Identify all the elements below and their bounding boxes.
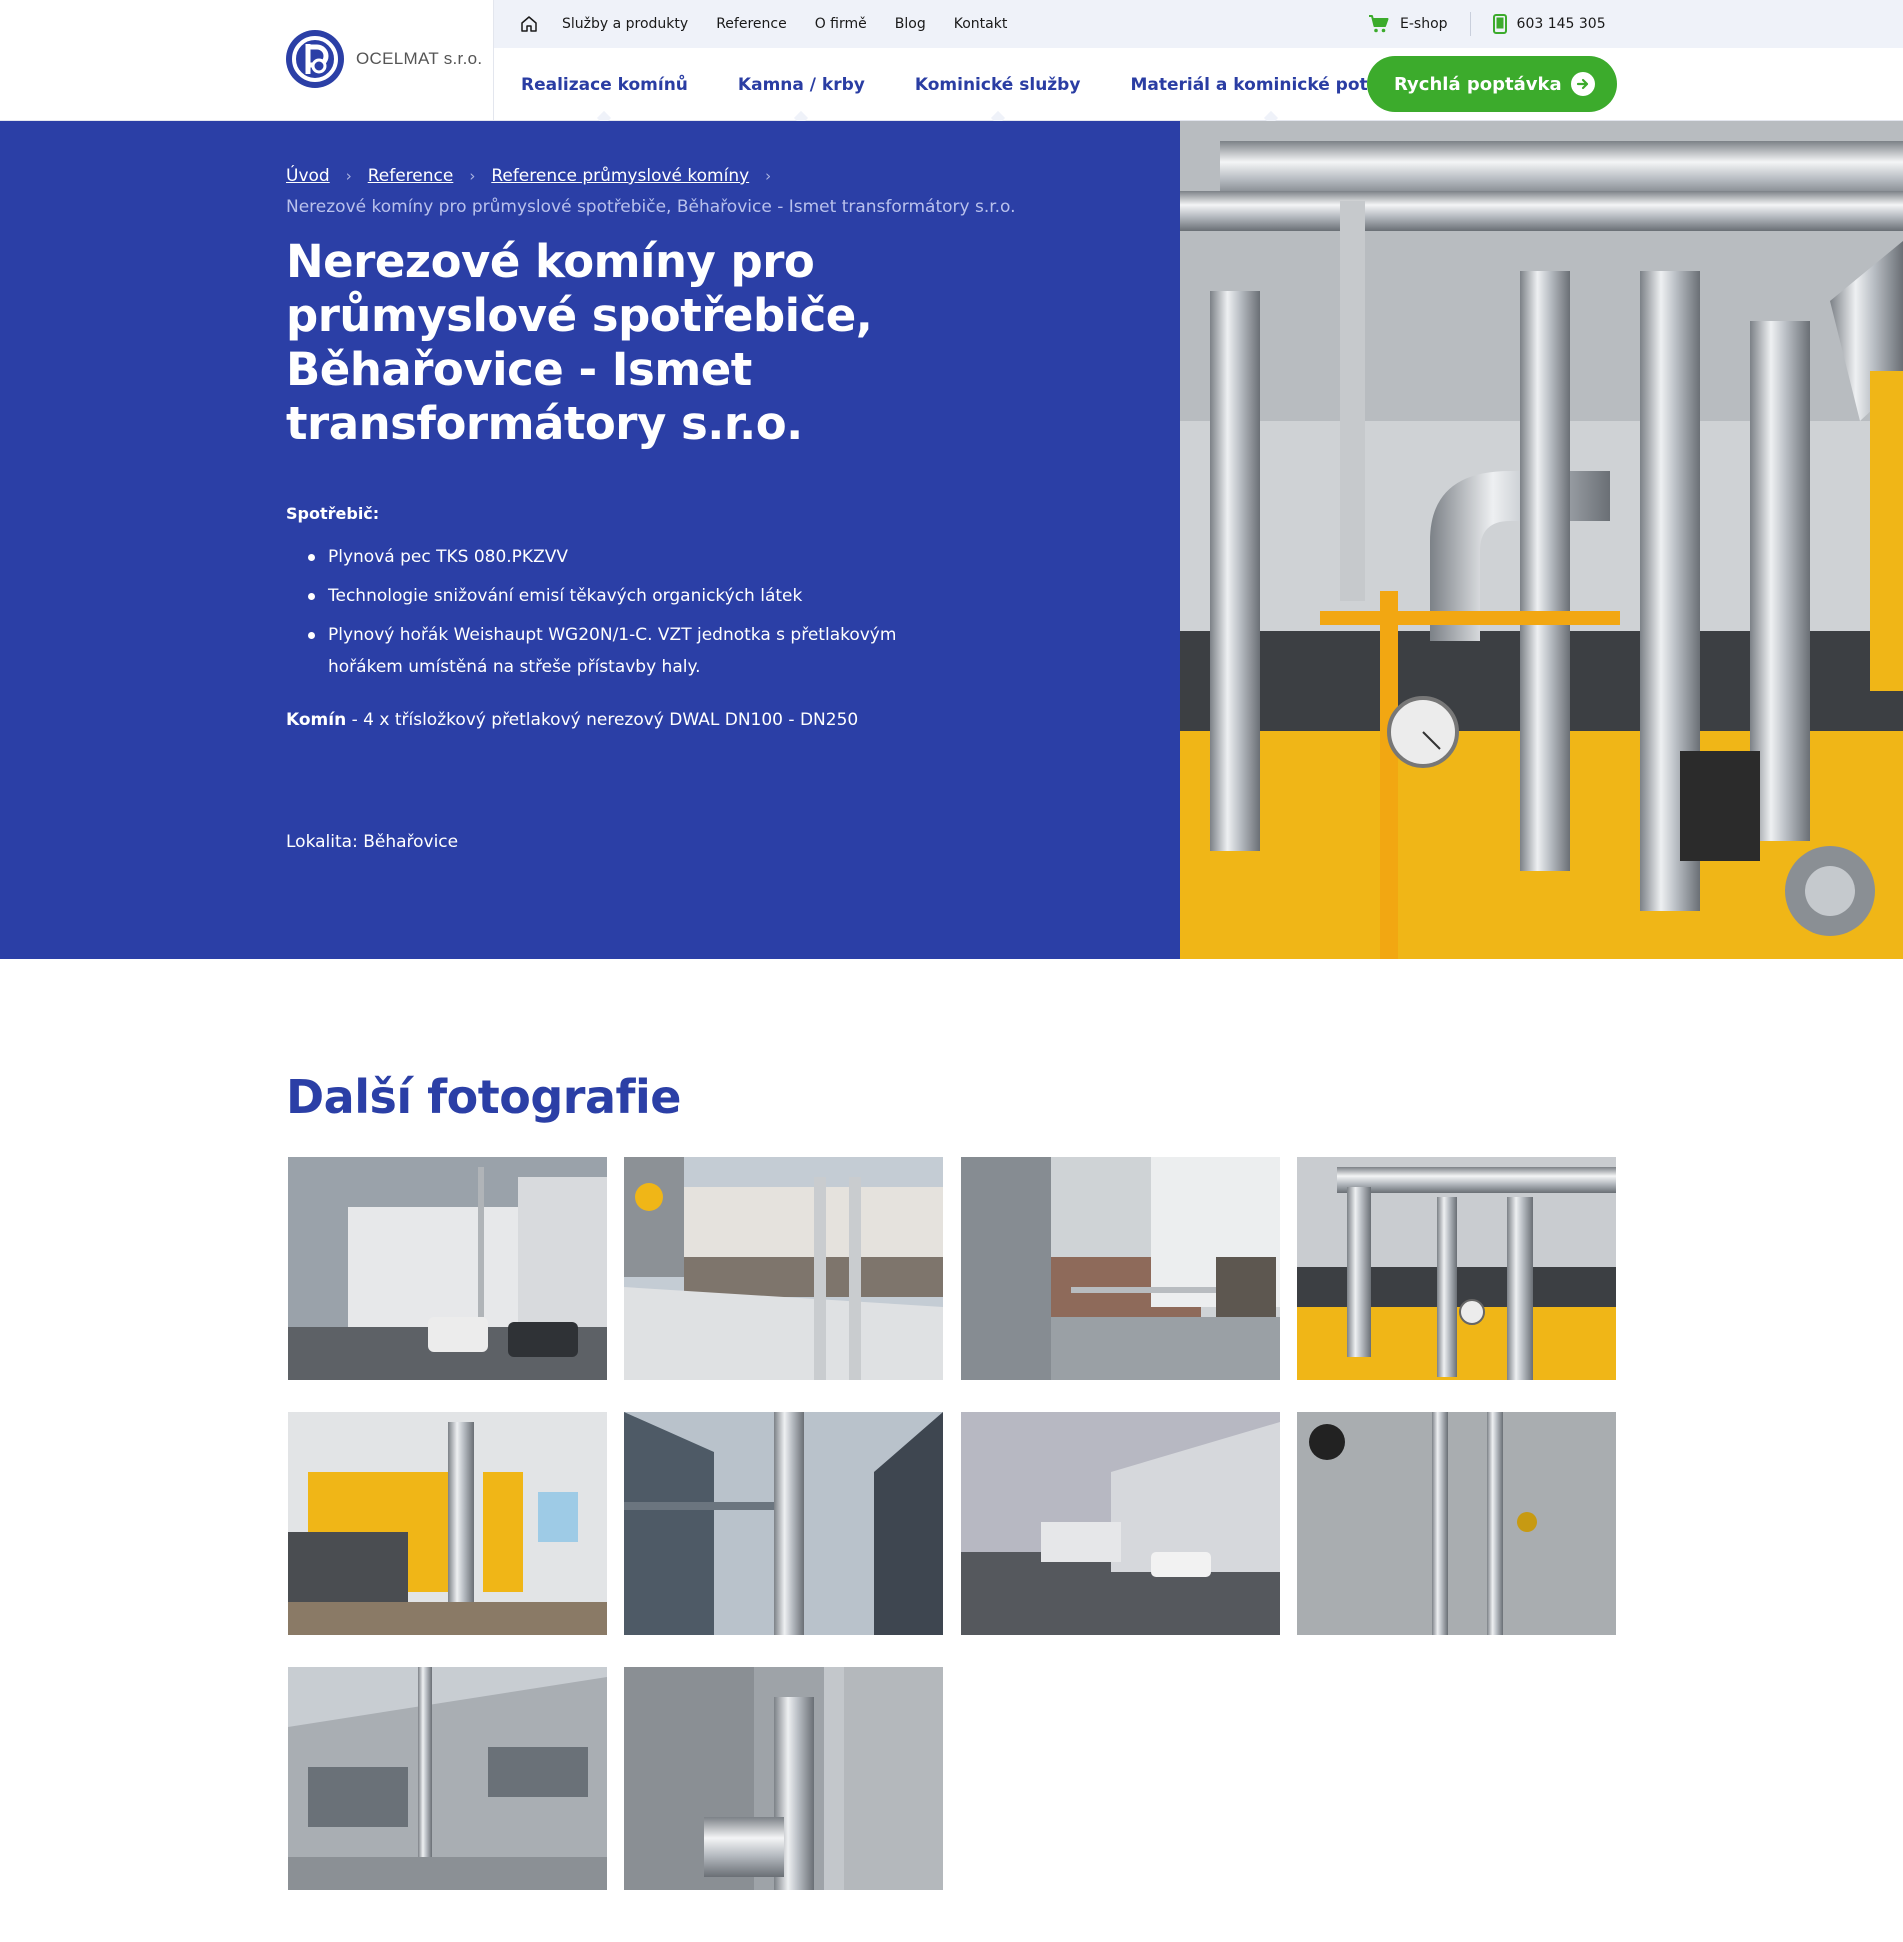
eshop-link[interactable]: E-shop (1368, 14, 1448, 34)
appliance-list: Plynová pec TKS 080.PKZVV Technologie sn… (306, 541, 966, 690)
gallery-photo-1[interactable] (288, 1157, 607, 1380)
chimney-info: Komín - 4 x třísložkový přetlakový nerez… (286, 710, 858, 730)
gallery-photo-10[interactable] (624, 1667, 943, 1890)
gallery-photo-9[interactable] (288, 1667, 607, 1890)
cart-icon (1369, 15, 1389, 33)
chevron-right-icon: › (345, 167, 352, 185)
top-nav-about[interactable]: O firmě (815, 16, 867, 32)
top-right-separator (1469, 12, 1471, 36)
gallery-photo-8[interactable] (1297, 1412, 1616, 1635)
breadcrumb-reference[interactable]: Reference (368, 166, 454, 186)
chevron-right-icon: › (469, 167, 476, 185)
breadcrumb: Úvod › Reference › Reference průmyslové … (286, 166, 787, 186)
breadcrumb-home[interactable]: Úvod (286, 166, 330, 186)
list-item: Plynový hořák Weishaupt WG20N/1-C. VZT j… (306, 619, 966, 683)
hero-section: Úvod › Reference › Reference průmyslové … (0, 121, 1180, 959)
gallery-photo-4[interactable] (1297, 1157, 1616, 1380)
logo-mark-icon (286, 30, 344, 88)
gallery-title: Další fotografie (286, 1070, 682, 1124)
list-item: Plynová pec TKS 080.PKZVV (306, 541, 966, 573)
home-icon[interactable] (520, 14, 540, 34)
quick-inquiry-label: Rychlá poptávka (1394, 73, 1562, 95)
top-nav: Služby a produkty Reference O firmě Blog… (520, 0, 1035, 48)
main-nav-chimney-services[interactable]: Kominické služby (915, 75, 1081, 95)
site-header: OCELMAT s.r.o. Služby a produkty Referen… (0, 0, 1903, 121)
gallery-photo-3[interactable] (961, 1157, 1280, 1380)
page-title: Nerezové komíny pro průmyslové spotřebič… (286, 235, 873, 450)
top-nav-blog[interactable]: Blog (895, 16, 926, 32)
main-nav-chimneys[interactable]: Realizace komínů (521, 75, 688, 95)
phone-link[interactable]: 603 145 305 (1492, 14, 1606, 34)
phone-number: 603 145 305 (1516, 16, 1606, 32)
arrow-right-icon (1571, 72, 1595, 96)
appliance-label: Spotřebič: (286, 504, 380, 523)
gallery-photo-5[interactable] (288, 1412, 607, 1635)
gallery-photo-6[interactable] (624, 1412, 943, 1635)
top-bar: Služby a produkty Reference O firmě Blog… (494, 0, 1903, 48)
eshop-label: E-shop (1400, 16, 1448, 32)
main-nav: Realizace komínů Kamna / krby Kominické … (521, 48, 1461, 121)
site-logo[interactable]: OCELMAT s.r.o. (286, 30, 482, 88)
logo-text: OCELMAT s.r.o. (356, 49, 483, 68)
main-nav-stoves[interactable]: Kamna / krby (738, 75, 865, 95)
quick-inquiry-button[interactable]: Rychlá poptávka (1367, 56, 1617, 112)
chimney-text: - 4 x třísložkový přetlakový nerezový DW… (346, 710, 859, 730)
top-nav-services[interactable]: Služby a produkty (562, 16, 688, 32)
chimney-label: Komín (286, 710, 347, 730)
list-item: Technologie snižování emisí těkavých org… (306, 580, 966, 612)
top-right-links: E-shop 603 145 305 (1368, 0, 1606, 48)
phone-icon (1492, 14, 1507, 34)
hero-photo (1180, 121, 1903, 959)
top-nav-contact[interactable]: Kontakt (954, 16, 1008, 32)
locality: Lokalita: Běhařovice (286, 832, 459, 852)
breadcrumb-current: Nerezové komíny pro průmyslové spotřebič… (286, 197, 1016, 217)
top-nav-reference[interactable]: Reference (716, 16, 787, 32)
breadcrumb-industrial[interactable]: Reference průmyslové komíny (491, 166, 749, 186)
gallery-photo-7[interactable] (961, 1412, 1280, 1635)
gallery-photo-2[interactable] (624, 1157, 943, 1380)
chevron-right-icon: › (765, 167, 772, 185)
